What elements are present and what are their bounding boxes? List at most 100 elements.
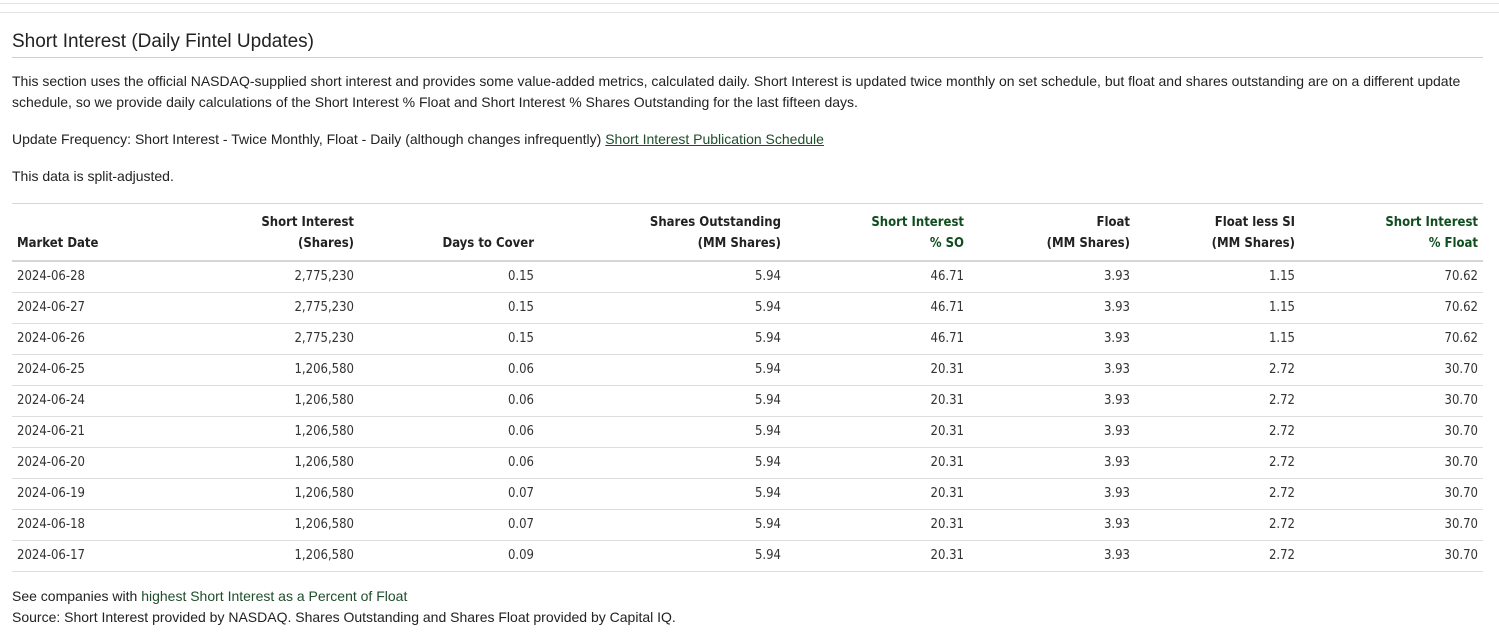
table-cell-float: 3.93: [969, 447, 1135, 479]
table-cell-market-date: 2024-06-25: [12, 354, 132, 386]
table-cell-short-interest-pct-so: 46.71: [786, 323, 969, 355]
column-header-market-date[interactable]: Market Date: [12, 203, 132, 262]
table-cell-short-interest-shares: 1,206,580: [132, 509, 359, 541]
table-cell-short-interest-pct-float: 30.70: [1300, 509, 1483, 541]
table-cell-days-to-cover: 0.09: [359, 540, 539, 572]
table-cell-market-date: 2024-06-20: [12, 447, 132, 479]
table-cell-float-less-si: 2.72: [1135, 416, 1300, 448]
table-cell-shares-outstanding: 5.94: [539, 416, 786, 448]
table-cell-short-interest-pct-float: 30.70: [1300, 478, 1483, 510]
table-cell-market-date: 2024-06-21: [12, 416, 132, 448]
table-cell-float-less-si: 1.15: [1135, 292, 1300, 324]
table-cell-short-interest-shares: 2,775,230: [132, 261, 359, 293]
table-cell-market-date: 2024-06-26: [12, 323, 132, 355]
table-cell-market-date: 2024-06-24: [12, 385, 132, 417]
table-cell-short-interest-pct-so: 20.31: [786, 354, 969, 386]
table-row: 2024-06-18 1,206,580 0.07 5.94 20.31 3.93 2.72…: [12, 509, 1483, 541]
table-cell-days-to-cover: 0.07: [359, 509, 539, 541]
table-cell-float-less-si: 2.72: [1135, 447, 1300, 479]
table-cell-float: 3.93: [969, 323, 1135, 355]
table-cell-market-date: 2024-06-18: [12, 509, 132, 541]
table-cell-days-to-cover: 0.15: [359, 261, 539, 293]
table-cell-short-interest-pct-float: 70.62: [1300, 261, 1483, 293]
column-header-float-less-si[interactable]: Float less SI (MM Shares): [1135, 203, 1300, 262]
column-header-line2: (Shares): [298, 236, 354, 251]
top-divider-secondary: [0, 12, 1499, 13]
column-header-line2: % SO: [929, 236, 964, 251]
table-cell-short-interest-shares: 1,206,580: [132, 416, 359, 448]
table-cell-float-less-si: 2.72: [1135, 478, 1300, 510]
table-cell-short-interest-pct-float: 70.62: [1300, 323, 1483, 355]
column-header-line2: (MM Shares): [1211, 236, 1295, 251]
update-frequency: Update Frequency: Short Interest - Twice…: [12, 129, 1483, 150]
table-cell-float-less-si: 1.15: [1135, 261, 1300, 293]
table-row: 2024-06-24 1,206,580 0.06 5.94 20.31 3.93 2.72…: [12, 385, 1483, 417]
table-cell-float-less-si: 1.15: [1135, 323, 1300, 355]
table-cell-short-interest-pct-float: 70.62: [1300, 292, 1483, 324]
table-cell-float: 3.93: [969, 478, 1135, 510]
short-interest-table: Market Date Short Interest (Shares) Days t…: [12, 203, 1483, 572]
table-cell-shares-outstanding: 5.94: [539, 478, 786, 510]
table-cell-float-less-si: 2.72: [1135, 540, 1300, 572]
table-cell-days-to-cover: 0.07: [359, 478, 539, 510]
table-cell-market-date: 2024-06-17: [12, 540, 132, 572]
table-cell-short-interest-pct-float: 30.70: [1300, 385, 1483, 417]
table-row: 2024-06-17 1,206,580 0.09 5.94 20.31 3.93 2.72…: [12, 540, 1483, 572]
table-row: 2024-06-26 2,775,230 0.15 5.94 46.71 3.93 1.15…: [12, 323, 1483, 355]
table-cell-float-less-si: 2.72: [1135, 385, 1300, 417]
column-header-line1: Short Interest: [871, 215, 964, 230]
highest-short-interest-link[interactable]: highest Short Interest as a Percent of F…: [141, 588, 407, 604]
table-cell-short-interest-shares: 1,206,580: [132, 540, 359, 572]
table-cell-short-interest-pct-float: 30.70: [1300, 447, 1483, 479]
table-cell-float: 3.93: [969, 354, 1135, 386]
table-cell-short-interest-pct-so: 20.31: [786, 447, 969, 479]
table-cell-shares-outstanding: 5.94: [539, 354, 786, 386]
column-header-float[interactable]: Float (MM Shares): [969, 203, 1135, 262]
table-cell-float: 3.93: [969, 540, 1135, 572]
highest-short-interest-line: See companies with highest Short Interes…: [12, 586, 676, 607]
table-cell-float: 3.93: [969, 292, 1135, 324]
footer: See companies with highest Short Interes…: [12, 586, 676, 628]
table-cell-market-date: 2024-06-28: [12, 261, 132, 293]
update-frequency-text: Update Frequency: Short Interest - Twice…: [12, 131, 606, 147]
table-cell-short-interest-shares: 1,206,580: [132, 478, 359, 510]
table-cell-shares-outstanding: 5.94: [539, 540, 786, 572]
column-header-line2: % Float: [1428, 236, 1478, 251]
table-cell-float: 3.93: [969, 416, 1135, 448]
table-cell-short-interest-shares: 1,206,580: [132, 385, 359, 417]
table-cell-shares-outstanding: 5.94: [539, 509, 786, 541]
section-title: Short Interest (Daily Fintel Updates): [12, 30, 1483, 58]
column-header-shares-outstanding[interactable]: Shares Outstanding (MM Shares): [539, 203, 786, 262]
table-cell-days-to-cover: 0.06: [359, 354, 539, 386]
table-cell-short-interest-shares: 2,775,230: [132, 323, 359, 355]
table-cell-days-to-cover: 0.06: [359, 385, 539, 417]
table-header-row: Market Date Short Interest (Shares) Days t…: [12, 203, 1483, 262]
column-header-short-interest-pct-so[interactable]: Short Interest % SO: [786, 203, 969, 262]
table-cell-float: 3.93: [969, 385, 1135, 417]
table-cell-short-interest-pct-float: 30.70: [1300, 354, 1483, 386]
column-header-line1: Shares Outstanding: [649, 215, 781, 230]
table-cell-short-interest-shares: 1,206,580: [132, 447, 359, 479]
table-cell-float: 3.93: [969, 261, 1135, 293]
column-header-line2: Market Date: [17, 236, 99, 251]
publication-schedule-link[interactable]: Short Interest Publication Schedule: [605, 131, 824, 147]
column-header-line1: Float: [1096, 215, 1130, 230]
table-cell-short-interest-shares: 1,206,580: [132, 354, 359, 386]
table-row: 2024-06-19 1,206,580 0.07 5.94 20.31 3.93 2.72…: [12, 478, 1483, 510]
table-row: 2024-06-21 1,206,580 0.06 5.94 20.31 3.93 2.72…: [12, 416, 1483, 448]
column-header-line1: Short Interest: [1385, 215, 1478, 230]
column-header-line1: Float less SI: [1214, 215, 1295, 230]
column-header-short-interest-pct-float[interactable]: Short Interest % Float: [1300, 203, 1483, 262]
column-header-line2: Days to Cover: [442, 236, 534, 251]
table-cell-short-interest-pct-so: 20.31: [786, 385, 969, 417]
column-header-line2: (MM Shares): [697, 236, 781, 251]
table-cell-shares-outstanding: 5.94: [539, 261, 786, 293]
column-header-short-interest-shares[interactable]: Short Interest (Shares): [132, 203, 359, 262]
table-cell-short-interest-pct-float: 30.70: [1300, 540, 1483, 572]
table-body: 2024-06-28 2,775,230 0.15 5.94 46.71 3.93 1.15…: [12, 261, 1483, 572]
table-cell-short-interest-pct-so: 20.31: [786, 478, 969, 510]
table-cell-short-interest-pct-float: 30.70: [1300, 416, 1483, 448]
short-interest-section: Short Interest (Daily Fintel Updates) Th…: [12, 30, 1483, 572]
table-cell-market-date: 2024-06-27: [12, 292, 132, 324]
column-header-days-to-cover[interactable]: Days to Cover: [359, 203, 539, 262]
